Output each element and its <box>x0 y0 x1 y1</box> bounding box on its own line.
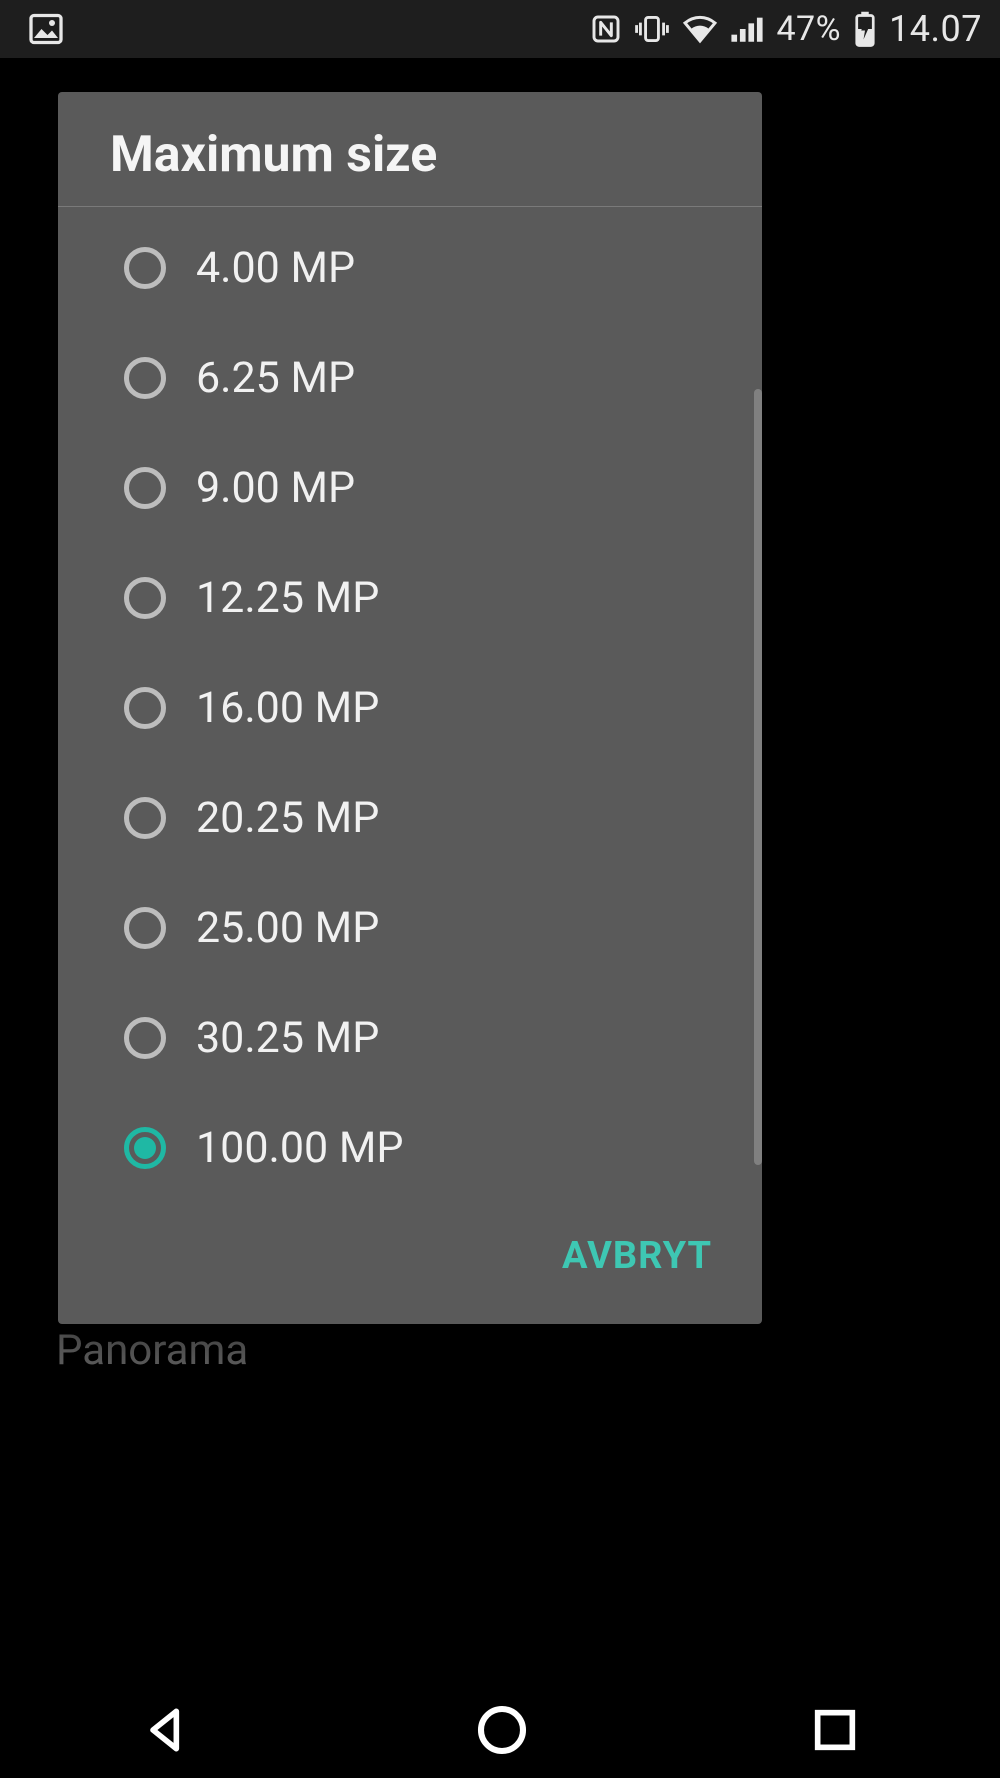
option-9-00-mp[interactable]: 9.00 MP <box>58 433 762 543</box>
battery-charging-icon <box>853 11 877 47</box>
option-label: 16.00 MP <box>196 683 379 733</box>
option-label: 12.25 MP <box>196 573 379 623</box>
radio-icon <box>124 247 166 289</box>
nav-home-icon[interactable] <box>474 1702 530 1758</box>
scrollbar[interactable] <box>754 389 762 1165</box>
option-100-00-mp[interactable]: 100.00 MP <box>58 1093 762 1203</box>
radio-icon <box>124 687 166 729</box>
option-label: 4.00 MP <box>196 243 355 293</box>
option-20-25-mp[interactable]: 20.25 MP <box>58 763 762 873</box>
radio-icon <box>124 577 166 619</box>
nfc-icon <box>590 13 622 45</box>
wifi-icon <box>682 14 718 44</box>
maximum-size-dialog: Maximum size 4.00 MP 6.25 MP 9.00 MP 12.… <box>58 92 762 1324</box>
radio-icon-selected <box>124 1127 166 1169</box>
radio-icon <box>124 907 166 949</box>
dialog-options-list[interactable]: 4.00 MP 6.25 MP 9.00 MP 12.25 MP 16.00 M… <box>58 207 762 1224</box>
option-label: 9.00 MP <box>196 463 355 513</box>
signal-icon <box>730 14 764 44</box>
option-4-00-mp[interactable]: 4.00 MP <box>58 213 762 323</box>
option-30-25-mp[interactable]: 30.25 MP <box>58 983 762 1093</box>
option-6-25-mp[interactable]: 6.25 MP <box>58 323 762 433</box>
option-16-00-mp[interactable]: 16.00 MP <box>58 653 762 763</box>
option-25-00-mp[interactable]: 25.00 MP <box>58 873 762 983</box>
option-label: 25.00 MP <box>196 903 379 953</box>
option-label: 30.25 MP <box>196 1013 379 1063</box>
vibrate-icon <box>634 13 670 45</box>
radio-icon <box>124 1017 166 1059</box>
status-clock: 14.07 <box>889 8 982 50</box>
battery-percent: 47% <box>776 9 841 49</box>
nav-recents-icon[interactable] <box>809 1704 861 1756</box>
cancel-button[interactable]: AVBRYT <box>548 1224 726 1288</box>
status-bar: 47% 14.07 <box>0 0 1000 58</box>
radio-icon <box>124 357 166 399</box>
nav-back-icon[interactable] <box>139 1702 195 1758</box>
radio-icon <box>124 797 166 839</box>
option-label: 100.00 MP <box>196 1123 404 1173</box>
dialog-actions: AVBRYT <box>58 1224 762 1324</box>
radio-icon <box>124 467 166 509</box>
option-label: 6.25 MP <box>196 353 355 403</box>
dialog-title: Maximum size <box>58 92 762 207</box>
picture-icon <box>28 11 64 47</box>
option-label: 20.25 MP <box>196 793 379 843</box>
option-12-25-mp[interactable]: 12.25 MP <box>58 543 762 653</box>
navigation-bar <box>0 1682 1000 1778</box>
